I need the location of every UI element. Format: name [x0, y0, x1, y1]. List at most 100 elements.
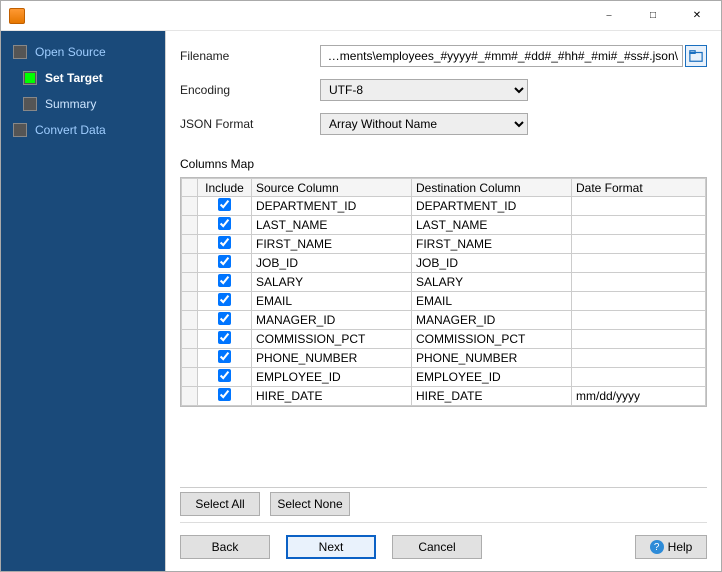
app-icon	[9, 8, 25, 24]
row-header[interactable]	[182, 368, 198, 387]
table-row[interactable]: LAST_NAMELAST_NAME	[182, 216, 706, 235]
table-row[interactable]: MANAGER_IDMANAGER_ID	[182, 311, 706, 330]
include-checkbox[interactable]	[218, 293, 231, 306]
dest-cell[interactable]: FIRST_NAME	[412, 235, 572, 254]
row-header[interactable]	[182, 197, 198, 216]
dateformat-cell[interactable]	[572, 311, 706, 330]
sidebar-item-label: Summary	[45, 97, 96, 111]
source-cell[interactable]: MANAGER_ID	[252, 311, 412, 330]
source-cell[interactable]: FIRST_NAME	[252, 235, 412, 254]
source-cell[interactable]: JOB_ID	[252, 254, 412, 273]
dest-cell[interactable]: EMPLOYEE_ID	[412, 368, 572, 387]
grid-corner	[182, 179, 198, 197]
dest-cell[interactable]: MANAGER_ID	[412, 311, 572, 330]
sidebar-item-summary[interactable]: Summary	[1, 91, 165, 117]
jsonformat-label: JSON Format	[180, 117, 320, 131]
filename-label: Filename	[180, 49, 320, 63]
dateformat-cell[interactable]	[572, 216, 706, 235]
source-cell[interactable]: COMMISSION_PCT	[252, 330, 412, 349]
help-button[interactable]: ? Help	[635, 535, 707, 559]
select-all-button[interactable]: Select All	[180, 492, 260, 516]
table-row[interactable]: HIRE_DATEHIRE_DATEmm/dd/yyyy	[182, 387, 706, 406]
table-row[interactable]: SALARYSALARY	[182, 273, 706, 292]
columns-map-label: Columns Map	[180, 157, 707, 171]
row-header[interactable]	[182, 254, 198, 273]
dest-cell[interactable]: HIRE_DATE	[412, 387, 572, 406]
encoding-select[interactable]: UTF-8	[320, 79, 528, 101]
include-checkbox[interactable]	[218, 236, 231, 249]
grid-header-dest[interactable]: Destination Column	[412, 179, 572, 197]
sidebar-item-open-source[interactable]: Open Source	[1, 39, 165, 65]
dateformat-cell[interactable]	[572, 330, 706, 349]
table-row[interactable]: JOB_IDJOB_ID	[182, 254, 706, 273]
jsonformat-select[interactable]: Array Without Name	[320, 113, 528, 135]
dest-cell[interactable]: SALARY	[412, 273, 572, 292]
row-header[interactable]	[182, 292, 198, 311]
table-row[interactable]: FIRST_NAMEFIRST_NAME	[182, 235, 706, 254]
cancel-button[interactable]: Cancel	[392, 535, 482, 559]
help-icon: ?	[650, 540, 664, 554]
include-checkbox[interactable]	[218, 331, 231, 344]
next-button[interactable]: Next	[286, 535, 376, 559]
dateformat-cell[interactable]: mm/dd/yyyy	[572, 387, 706, 406]
grid-header-dateformat[interactable]: Date Format	[572, 179, 706, 197]
row-header[interactable]	[182, 311, 198, 330]
dest-cell[interactable]: PHONE_NUMBER	[412, 349, 572, 368]
include-checkbox[interactable]	[218, 217, 231, 230]
row-header[interactable]	[182, 216, 198, 235]
help-label: Help	[668, 540, 693, 554]
dest-cell[interactable]: DEPARTMENT_ID	[412, 197, 572, 216]
dest-cell[interactable]: EMAIL	[412, 292, 572, 311]
table-row[interactable]: PHONE_NUMBERPHONE_NUMBER	[182, 349, 706, 368]
filename-input[interactable]	[320, 45, 683, 67]
close-button[interactable]: ✕	[675, 2, 719, 30]
row-header[interactable]	[182, 235, 198, 254]
dateformat-cell[interactable]	[572, 292, 706, 311]
source-cell[interactable]: HIRE_DATE	[252, 387, 412, 406]
dest-cell[interactable]: COMMISSION_PCT	[412, 330, 572, 349]
dest-cell[interactable]: JOB_ID	[412, 254, 572, 273]
include-checkbox[interactable]	[218, 369, 231, 382]
encoding-label: Encoding	[180, 83, 320, 97]
row-header[interactable]	[182, 349, 198, 368]
minimize-button[interactable]: –	[587, 2, 631, 30]
sidebar-item-label: Convert Data	[35, 123, 106, 137]
dateformat-cell[interactable]	[572, 254, 706, 273]
grid-header-source[interactable]: Source Column	[252, 179, 412, 197]
select-none-button[interactable]: Select None	[270, 492, 350, 516]
table-row[interactable]: EMPLOYEE_IDEMPLOYEE_ID	[182, 368, 706, 387]
dateformat-cell[interactable]	[572, 349, 706, 368]
include-checkbox[interactable]	[218, 312, 231, 325]
maximize-button[interactable]: □	[631, 2, 675, 30]
row-header[interactable]	[182, 330, 198, 349]
dateformat-cell[interactable]	[572, 197, 706, 216]
include-checkbox[interactable]	[218, 255, 231, 268]
table-row[interactable]: EMAILEMAIL	[182, 292, 706, 311]
source-cell[interactable]: DEPARTMENT_ID	[252, 197, 412, 216]
sidebar-item-set-target[interactable]: Set Target	[1, 65, 165, 91]
source-cell[interactable]: EMAIL	[252, 292, 412, 311]
main-panel: Filename Encoding UTF-8 JSON Format Arra…	[165, 31, 721, 571]
back-button[interactable]: Back	[180, 535, 270, 559]
source-cell[interactable]: EMPLOYEE_ID	[252, 368, 412, 387]
dateformat-cell[interactable]	[572, 235, 706, 254]
include-checkbox[interactable]	[218, 350, 231, 363]
include-checkbox[interactable]	[218, 388, 231, 401]
row-header[interactable]	[182, 387, 198, 406]
step-icon	[13, 45, 27, 59]
table-row[interactable]: COMMISSION_PCTCOMMISSION_PCT	[182, 330, 706, 349]
include-checkbox[interactable]	[218, 274, 231, 287]
sidebar-item-convert-data[interactable]: Convert Data	[1, 117, 165, 143]
folder-icon	[689, 49, 703, 63]
table-row[interactable]: DEPARTMENT_IDDEPARTMENT_ID	[182, 197, 706, 216]
row-header[interactable]	[182, 273, 198, 292]
dateformat-cell[interactable]	[572, 368, 706, 387]
grid-header-include[interactable]: Include	[198, 179, 252, 197]
dateformat-cell[interactable]	[572, 273, 706, 292]
source-cell[interactable]: PHONE_NUMBER	[252, 349, 412, 368]
include-checkbox[interactable]	[218, 198, 231, 211]
browse-button[interactable]	[685, 45, 707, 67]
source-cell[interactable]: SALARY	[252, 273, 412, 292]
source-cell[interactable]: LAST_NAME	[252, 216, 412, 235]
dest-cell[interactable]: LAST_NAME	[412, 216, 572, 235]
